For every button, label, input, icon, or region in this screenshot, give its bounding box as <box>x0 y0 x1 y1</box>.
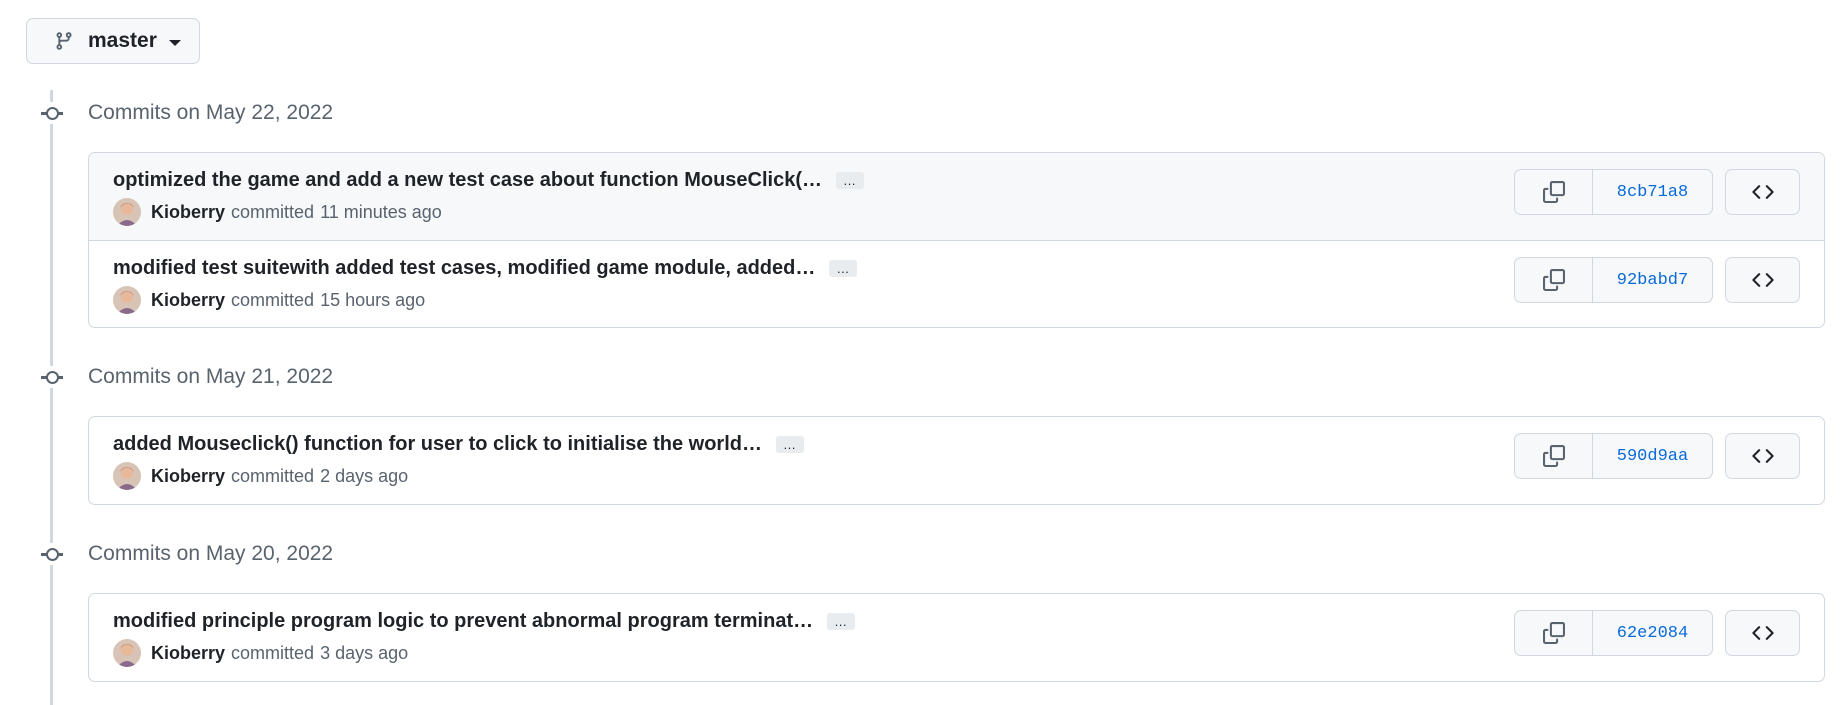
commit-message-link[interactable]: modified principle program logic to prev… <box>113 610 813 633</box>
committed-label: committed <box>231 642 315 663</box>
author-link[interactable]: Kioberry <box>151 643 225 664</box>
relative-time[interactable]: 11 minutes ago <box>320 202 442 223</box>
sha-button-group: 62e2084 <box>1514 610 1713 656</box>
commit-message-link[interactable]: added Mouseclick() function for user to … <box>113 433 762 456</box>
commit-sha-link[interactable]: 62e2084 <box>1593 611 1712 655</box>
committed-label: committed <box>231 201 315 222</box>
timeline-line <box>50 90 53 705</box>
commit-message-link[interactable]: modified test suitewith added test cases… <box>113 257 815 280</box>
expand-message-button[interactable]: … <box>829 260 858 277</box>
browse-repository-button[interactable] <box>1725 257 1800 303</box>
commit-list: added Mouseclick() function for user to … <box>88 416 1825 505</box>
commit-group-title: Commits on May 22, 2022 <box>88 101 334 124</box>
commit-row: added Mouseclick() function for user to … <box>89 417 1824 504</box>
commit-row: modified principle program logic to prev… <box>89 594 1824 681</box>
author-link[interactable]: Kioberry <box>151 290 225 311</box>
commit-group-icon <box>41 102 63 124</box>
commit-sha-link[interactable]: 92babd7 <box>1593 258 1712 302</box>
copy-icon <box>1542 181 1565 203</box>
commit-list: modified principle program logic to prev… <box>88 593 1825 682</box>
commit-group-title: Commits on May 21, 2022 <box>88 365 334 388</box>
commit-message-link[interactable]: optimized the game and add a new test ca… <box>113 169 822 192</box>
expand-message-button[interactable]: … <box>836 172 864 189</box>
branch-selector-button[interactable]: master <box>26 18 200 64</box>
copy-sha-button[interactable] <box>1515 434 1593 478</box>
commit-group-title: Commits on May 20, 2022 <box>88 542 334 565</box>
browse-repository-button[interactable] <box>1725 169 1800 215</box>
avatar[interactable] <box>113 639 141 667</box>
branch-name: master <box>88 29 157 52</box>
author-link[interactable]: Kioberry <box>151 466 225 487</box>
browse-repository-button[interactable] <box>1725 610 1800 656</box>
expand-message-button[interactable]: … <box>775 436 804 453</box>
code-icon <box>1751 185 1774 199</box>
copy-sha-button[interactable] <box>1515 611 1593 655</box>
commit-row: optimized the game and add a new test ca… <box>89 153 1824 240</box>
copy-sha-button[interactable] <box>1515 170 1593 214</box>
sha-button-group: 8cb71a8 <box>1514 169 1713 215</box>
commit-sha-link[interactable]: 590d9aa <box>1593 434 1712 478</box>
avatar[interactable] <box>113 462 141 490</box>
code-icon <box>1751 273 1774 287</box>
commit-group-icon <box>41 366 63 388</box>
commit-sha-link[interactable]: 8cb71a8 <box>1593 170 1712 214</box>
relative-time[interactable]: 2 days ago <box>320 466 408 487</box>
chevron-down-icon <box>168 39 181 46</box>
avatar[interactable] <box>113 198 141 226</box>
committed-label: committed <box>231 289 315 310</box>
copy-icon <box>1542 269 1565 291</box>
code-icon <box>1751 449 1774 463</box>
author-link[interactable]: Kioberry <box>151 202 225 223</box>
commit-row: modified test suitewith added test cases… <box>89 240 1824 327</box>
sha-button-group: 92babd7 <box>1514 257 1713 303</box>
copy-icon <box>1542 445 1565 467</box>
browse-repository-button[interactable] <box>1725 433 1800 479</box>
code-icon <box>1751 626 1774 640</box>
committed-label: committed <box>231 465 315 486</box>
avatar[interactable] <box>113 286 141 314</box>
commit-group-icon <box>41 543 63 565</box>
relative-time[interactable]: 15 hours ago <box>320 290 425 311</box>
commit-list: optimized the game and add a new test ca… <box>88 152 1825 328</box>
copy-icon <box>1542 622 1565 644</box>
relative-time[interactable]: 3 days ago <box>320 643 408 664</box>
sha-button-group: 590d9aa <box>1514 433 1713 479</box>
expand-message-button[interactable]: … <box>827 613 856 630</box>
copy-sha-button[interactable] <box>1515 258 1593 302</box>
git-branch-icon <box>56 32 72 50</box>
